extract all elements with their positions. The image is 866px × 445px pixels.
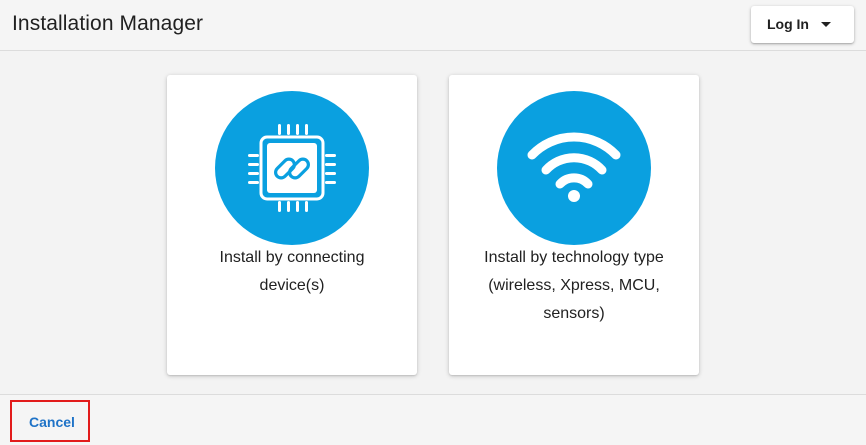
login-button[interactable]: Log In [751,6,854,43]
card-label-line: sensors) [543,305,605,322]
card-label: Install by technology type (wireless, Xp… [459,244,689,328]
cancel-button[interactable]: Cancel [10,400,90,442]
card-label-line: Install by connecting [219,249,365,266]
card-label-line: (wireless, Xpress, MCU, [488,277,660,294]
caret-down-icon [821,22,831,27]
install-by-technology-card[interactable]: Install by technology type (wireless, Xp… [449,75,699,375]
app-header: Installation Manager Log In [0,0,866,51]
chip-link-icon [215,91,369,245]
install-by-device-card[interactable]: Install by connecting device(s) [167,75,417,375]
login-label: Log In [767,16,809,32]
footer-bar: Cancel [0,394,866,445]
card-label: Install by connecting device(s) [177,244,407,300]
cancel-label: Cancel [29,414,75,430]
app-title: Installation Manager [12,12,204,35]
card-label-line: Install by technology type [484,249,664,266]
wifi-icon [497,91,651,245]
main-content: Install by connecting device(s) Install … [0,52,866,394]
card-label-line: device(s) [259,277,325,294]
